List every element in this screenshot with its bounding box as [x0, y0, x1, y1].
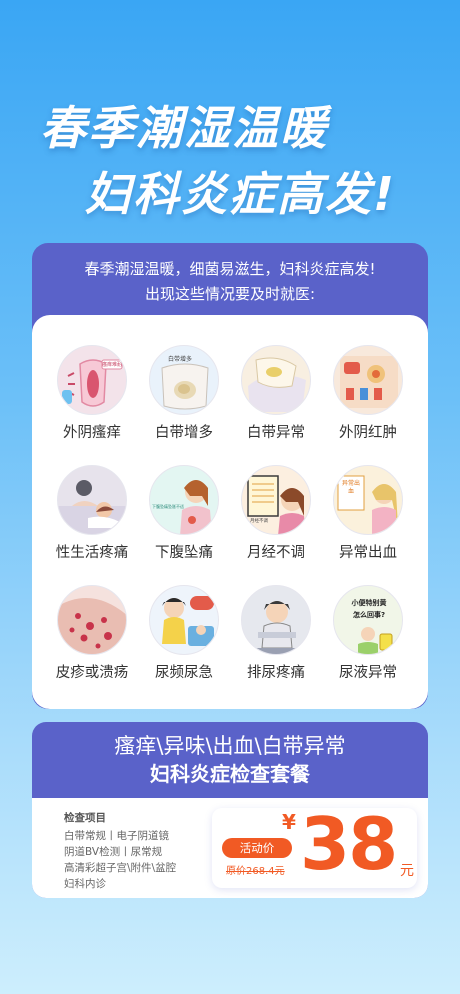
- discharge-caption: 白带增多: [168, 356, 193, 363]
- urine-caption-1: 小便特别黄: [351, 599, 387, 607]
- symptom-label: 下腹坠痛: [155, 545, 213, 561]
- symptom-item[interactable]: 小便特别黄 怎么回事? 尿液异常: [328, 585, 408, 682]
- currency-symbol: ¥: [282, 810, 296, 834]
- symptom-label: 尿液异常: [339, 665, 397, 681]
- symptom-label: 性生活疼痛: [55, 545, 129, 561]
- intro-line1: 春季潮湿温暖，细菌易滋生，妇科炎症高发!: [84, 260, 376, 278]
- hero-title-line2: 妇科炎症高发!: [85, 167, 396, 221]
- discharge-icon: 白带增多: [149, 345, 219, 415]
- promo-badge: 活动价: [222, 838, 292, 858]
- urgency-icon: [149, 585, 219, 655]
- price-unit: 元: [400, 863, 414, 879]
- symptom-item[interactable]: 异常出血 异常出血: [328, 465, 408, 562]
- package-details: 检查项目 白带常规丨电子阴道镜 阴道BV检测丨尿常规 高清彩超子宫\附件\盆腔 …: [32, 798, 428, 898]
- item-line: 白带常规丨电子阴道镜: [64, 830, 169, 842]
- symptom-label: 外阴瘙痒: [63, 425, 121, 441]
- sale-price: 38: [300, 802, 398, 886]
- symptom-item[interactable]: 外阴红肿: [328, 345, 408, 442]
- package-title: 妇科炎症检查套餐: [150, 762, 310, 786]
- symptom-label: 白带增多: [155, 425, 213, 441]
- bleeding-caption: 异常出血: [341, 480, 360, 495]
- intro-line2: 出现这些情况要及时就医:: [144, 285, 316, 303]
- symptom-item[interactable]: 月经不调 月经不调: [236, 465, 316, 562]
- item-line: 阴道BV检测丨尿常规: [64, 846, 163, 858]
- package-subtitle: 瘙痒\异味\出血\白带异常: [114, 734, 346, 758]
- symptoms-intro: 春季潮湿温暖，细菌易滋生，妇科炎症高发! 出现这些情况要及时就医:: [32, 257, 428, 307]
- symptom-label: 尿频尿急: [155, 665, 213, 681]
- bleeding-icon: 异常出血: [333, 465, 403, 535]
- symptom-label: 异常出血: [339, 545, 397, 561]
- item-line: 高清彩超子宫\附件\盆腔: [64, 862, 177, 874]
- itch-caption: 瘙痒难耐: [102, 362, 123, 368]
- hero-banner: 春季潮湿温暖 妇科炎症高发!: [0, 0, 460, 240]
- symptom-item[interactable]: 下腹坠痛坠胀不适 下腹坠痛: [144, 465, 224, 562]
- symptom-item[interactable]: 皮疹或溃疡: [52, 585, 132, 682]
- couple-pain-icon: [57, 465, 127, 535]
- symptom-label: 皮疹或溃疡: [55, 665, 129, 681]
- urine-caption-2: 怎么回事?: [352, 611, 386, 619]
- calendar-caption: 月经不调: [250, 519, 268, 524]
- symptom-label: 月经不调: [247, 545, 305, 561]
- symptom-item[interactable]: 性生活疼痛: [52, 465, 132, 562]
- calendar-icon: 月经不调: [241, 465, 311, 535]
- symptom-label: 外阴红肿: [339, 425, 397, 441]
- symptoms-grid: 瘙痒难耐 外阴瘙痒 白带增多 白带增多 白带异常 外阴红肿 性生活疼痛 下腹坠痛…: [32, 315, 428, 709]
- swelling-icon: [333, 345, 403, 415]
- symptom-item[interactable]: 白带异常: [236, 345, 316, 442]
- symptom-label: 排尿疼痛: [247, 665, 305, 681]
- urination-pain-icon: [241, 585, 311, 655]
- abdomen-pain-icon: 下腹坠痛坠胀不适: [149, 465, 219, 535]
- symptom-item[interactable]: 尿频尿急: [144, 585, 224, 682]
- itch-icon: 瘙痒难耐: [57, 345, 127, 415]
- urine-abnormal-icon: 小便特别黄 怎么回事?: [333, 585, 403, 655]
- symptom-item[interactable]: 白带增多 白带增多: [144, 345, 224, 442]
- items-title: 检查项目: [64, 812, 106, 824]
- rash-icon: [57, 585, 127, 655]
- original-price: 原价268.4元: [226, 866, 285, 877]
- price-box[interactable]: 活动价 原价268.4元 ¥ 38 元: [212, 802, 417, 888]
- abnormal-discharge-icon: [241, 345, 311, 415]
- symptom-item[interactable]: 瘙痒难耐 外阴瘙痒: [52, 345, 132, 442]
- item-line: 妇科内诊: [64, 878, 106, 890]
- package-card: 瘙痒\异味\出血\白带异常 妇科炎症检查套餐 检查项目 白带常规丨电子阴道镜 阴…: [32, 722, 428, 898]
- symptoms-card: 春季潮湿温暖，细菌易滋生，妇科炎症高发! 出现这些情况要及时就医: 瘙痒难耐 外…: [32, 243, 428, 709]
- symptom-label: 白带异常: [247, 425, 305, 441]
- abdomen-caption: 下腹坠痛坠胀不适: [152, 504, 184, 509]
- hero-title-line1: 春季潮湿温暖: [40, 101, 328, 155]
- symptom-item[interactable]: 排尿疼痛: [236, 585, 316, 682]
